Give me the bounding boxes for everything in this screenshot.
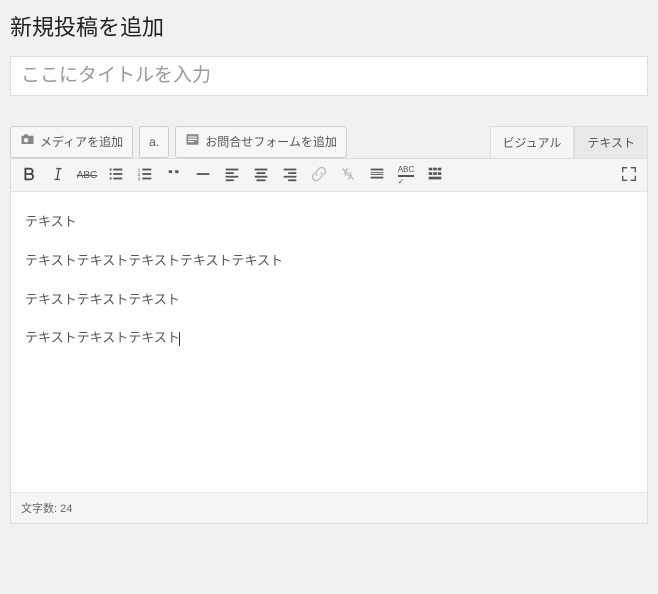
form-icon xyxy=(185,132,200,152)
strike-icon: ABC xyxy=(77,170,98,181)
hr-button[interactable] xyxy=(189,162,217,188)
more-icon xyxy=(368,165,386,186)
media-row: メディアを追加 a. お問合せフォームを追加 ビジュアル テキスト xyxy=(10,126,648,158)
editor-toolbar: ABC 123 ABC✓ xyxy=(11,159,647,192)
strike-button[interactable]: ABC xyxy=(73,162,101,188)
align-right-button[interactable] xyxy=(276,162,304,188)
bold-icon xyxy=(20,165,38,186)
align-right-icon xyxy=(281,165,299,186)
title-input[interactable] xyxy=(10,56,648,96)
toggle-toolbar-button[interactable] xyxy=(421,162,449,188)
add-media-button[interactable]: メディアを追加 xyxy=(10,126,133,158)
ol-button[interactable]: 123 xyxy=(131,162,159,188)
action-buttons: メディアを追加 a. お問合せフォームを追加 xyxy=(10,126,347,158)
align-left-icon xyxy=(223,165,241,186)
wordcount-label: 文字数: xyxy=(21,503,57,515)
fullscreen-button[interactable] xyxy=(615,162,643,188)
italic-button[interactable] xyxy=(44,162,72,188)
kitchen-sink-icon xyxy=(426,165,444,186)
content-line: テキストテキストテキストテキストテキスト xyxy=(25,251,633,272)
more-button[interactable] xyxy=(363,162,391,188)
text-cursor xyxy=(179,332,180,346)
ol-icon: 123 xyxy=(136,165,154,186)
content-line: テキスト xyxy=(25,212,633,233)
svg-text:3: 3 xyxy=(138,176,141,181)
align-center-button[interactable] xyxy=(247,162,275,188)
align-left-button[interactable] xyxy=(218,162,246,188)
link-icon xyxy=(310,165,328,186)
unlink-button[interactable] xyxy=(334,162,362,188)
add-media-label: メディアを追加 xyxy=(40,134,123,151)
unlink-icon xyxy=(339,165,357,186)
amazon-button[interactable]: a. xyxy=(139,126,169,158)
bold-button[interactable] xyxy=(15,162,43,188)
wordcount-value: 24 xyxy=(60,503,72,515)
tab-visual[interactable]: ビジュアル xyxy=(490,126,575,158)
editor-content[interactable]: テキスト テキストテキストテキストテキストテキスト テキストテキストテキスト テ… xyxy=(11,192,647,492)
content-line: テキストテキストテキスト xyxy=(25,328,633,349)
add-contact-form-button[interactable]: お問合せフォームを追加 xyxy=(175,126,347,158)
italic-icon xyxy=(49,165,67,186)
ul-icon xyxy=(107,165,125,186)
align-center-icon xyxy=(252,165,270,186)
editor-tabs: ビジュアル テキスト xyxy=(490,126,648,158)
content-line: テキストテキストテキスト xyxy=(25,290,633,311)
page-title: 新規投稿を追加 xyxy=(10,10,648,42)
fullscreen-icon xyxy=(620,165,638,186)
editor-statusbar: 文字数: 24 xyxy=(11,492,647,523)
amazon-label: a. xyxy=(149,134,159,151)
ul-button[interactable] xyxy=(102,162,130,188)
add-contact-form-label: お問合せフォームを追加 xyxy=(205,134,337,151)
camera-music-icon xyxy=(20,132,35,152)
spellcheck-button[interactable]: ABC✓ xyxy=(392,162,420,188)
editor: ABC 123 ABC✓ テキスト テキストテキストテキストテキストテキスト テ… xyxy=(10,158,648,524)
hr-icon xyxy=(194,165,212,186)
tab-text[interactable]: テキスト xyxy=(574,126,648,158)
link-button[interactable] xyxy=(305,162,333,188)
quote-button[interactable] xyxy=(160,162,188,188)
quote-icon xyxy=(165,165,183,186)
spellcheck-icon: ABC✓ xyxy=(398,165,414,186)
